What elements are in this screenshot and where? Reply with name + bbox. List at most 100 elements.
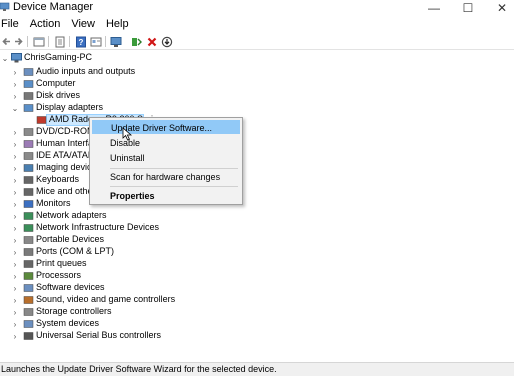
tree-category-row[interactable]: › Print queues bbox=[0, 258, 260, 270]
context-update-driver[interactable]: Update Driver Software... bbox=[92, 120, 240, 134]
update-driver-button[interactable] bbox=[129, 35, 142, 48]
tree-category-row[interactable]: › Ports (COM & LPT) bbox=[0, 246, 260, 258]
chevron-right-icon[interactable]: › bbox=[11, 176, 19, 185]
context-properties[interactable]: Properties bbox=[92, 189, 240, 203]
chevron-right-icon[interactable]: › bbox=[11, 68, 19, 77]
tree-category-row[interactable]: › Storage controllers bbox=[0, 306, 260, 318]
computer-properties-button[interactable] bbox=[89, 35, 102, 48]
device-category-icon bbox=[23, 272, 34, 280]
status-text: Launches the Update Driver Software Wiza… bbox=[1, 364, 277, 374]
device-category-icon bbox=[36, 116, 47, 124]
scan-hardware-button[interactable] bbox=[110, 35, 123, 48]
chevron-right-icon[interactable]: › bbox=[11, 152, 19, 161]
properties-pane-button[interactable] bbox=[32, 35, 45, 48]
chevron-right-icon[interactable]: › bbox=[11, 92, 19, 101]
tree-category-row[interactable]: › System devices bbox=[0, 318, 260, 330]
device-category-icon bbox=[23, 320, 34, 328]
chevron-right-icon[interactable]: › bbox=[11, 212, 19, 221]
disable-button[interactable] bbox=[160, 35, 173, 48]
chevron-right-icon[interactable]: › bbox=[11, 308, 19, 317]
chevron-right-icon[interactable]: › bbox=[11, 296, 19, 305]
chevron-right-icon[interactable]: › bbox=[11, 164, 19, 173]
chevron-right-icon[interactable]: › bbox=[11, 80, 19, 89]
chevron-right-icon[interactable]: › bbox=[11, 332, 19, 341]
tree-category-row[interactable]: › Computer bbox=[0, 78, 260, 90]
tree-category-label: Monitors bbox=[36, 198, 71, 208]
device-category-icon bbox=[23, 128, 34, 136]
tree-category-row[interactable]: › Portable Devices bbox=[0, 234, 260, 246]
tree-root-label: ChrisGaming-PC bbox=[24, 52, 93, 62]
minimize-button[interactable]: — bbox=[417, 0, 451, 16]
device-category-icon bbox=[23, 80, 34, 88]
tree-category-label: Network adapters bbox=[36, 210, 107, 220]
device-category-icon bbox=[23, 152, 34, 160]
help-icon: ? bbox=[75, 36, 86, 47]
toolbar-separator bbox=[48, 36, 49, 47]
tree-category-label: Universal Serial Bus controllers bbox=[36, 330, 162, 340]
chevron-right-icon[interactable]: › bbox=[11, 236, 19, 245]
device-category-icon bbox=[23, 224, 34, 232]
tree-category-row[interactable]: ⌄ Display adapters bbox=[0, 102, 260, 114]
disable-icon bbox=[161, 36, 172, 47]
forward-icon bbox=[15, 37, 23, 46]
device-category-icon bbox=[23, 236, 34, 244]
tree-category-row[interactable]: › Software devices bbox=[0, 282, 260, 294]
tree-category-label: Storage controllers bbox=[36, 306, 112, 316]
chevron-down-icon[interactable]: ⌄ bbox=[11, 104, 19, 113]
chevron-right-icon[interactable]: › bbox=[11, 224, 19, 233]
menu-file[interactable]: File bbox=[1, 18, 19, 30]
tree-category-label: Portable Devices bbox=[36, 234, 105, 244]
toolbar-separator bbox=[69, 36, 70, 47]
context-scan-hardware[interactable]: Scan for hardware changes bbox=[92, 170, 240, 184]
context-menu: Update Driver Software... Disable Uninst… bbox=[89, 117, 243, 205]
toolbar: ? bbox=[0, 33, 514, 50]
tree-category-row[interactable]: › Network Infrastructure Devices bbox=[0, 222, 260, 234]
help-button[interactable]: ? bbox=[74, 35, 87, 48]
tree-category-row[interactable]: › Processors bbox=[0, 270, 260, 282]
device-category-icon bbox=[23, 104, 34, 112]
tree-category-label: Ports (COM & LPT) bbox=[36, 246, 115, 256]
menu-bar: File Action View Help bbox=[0, 17, 514, 31]
menu-help[interactable]: Help bbox=[106, 18, 129, 30]
close-button[interactable]: ✕ bbox=[485, 0, 514, 16]
chevron-right-icon[interactable]: › bbox=[11, 128, 19, 137]
tree-category-row[interactable]: › Network adapters bbox=[0, 210, 260, 222]
uninstall-button[interactable] bbox=[145, 35, 158, 48]
tree-category-row[interactable]: › Sound, video and game controllers bbox=[0, 294, 260, 306]
chevron-right-icon[interactable]: › bbox=[11, 188, 19, 197]
menu-view[interactable]: View bbox=[71, 18, 95, 30]
chevron-right-icon[interactable]: › bbox=[11, 200, 19, 209]
tree-category-label: Display adapters bbox=[36, 102, 104, 112]
context-disable[interactable]: Disable bbox=[92, 136, 240, 150]
tree-category-label: Processors bbox=[36, 270, 82, 280]
tree-category-row[interactable]: › Universal Serial Bus controllers bbox=[0, 330, 260, 342]
device-manager-icon bbox=[0, 2, 10, 11]
chevron-right-icon[interactable]: › bbox=[11, 284, 19, 293]
device-category-icon bbox=[23, 140, 34, 148]
tree-category-label: Computer bbox=[36, 78, 76, 88]
tree-root[interactable]: ⌄ ChrisGaming-PC bbox=[0, 52, 200, 64]
context-uninstall[interactable]: Uninstall bbox=[92, 151, 240, 165]
device-category-icon bbox=[23, 200, 34, 208]
tree-category-label: Audio inputs and outputs bbox=[36, 66, 136, 76]
forward-button[interactable] bbox=[12, 35, 25, 48]
chevron-right-icon[interactable]: › bbox=[11, 272, 19, 281]
menu-action[interactable]: Action bbox=[30, 18, 61, 30]
computer-icon bbox=[11, 53, 22, 63]
chevron-right-icon[interactable]: › bbox=[11, 260, 19, 269]
device-category-icon bbox=[23, 296, 34, 304]
chevron-right-icon[interactable]: › bbox=[11, 248, 19, 257]
maximize-button[interactable]: ☐ bbox=[451, 0, 485, 16]
toolbar-separator bbox=[27, 36, 28, 47]
chevron-right-icon[interactable]: › bbox=[11, 140, 19, 149]
device-category-icon bbox=[23, 164, 34, 172]
chevron-right-icon[interactable]: › bbox=[11, 320, 19, 329]
back-icon bbox=[2, 37, 10, 46]
properties-pane-icon bbox=[33, 37, 44, 46]
show-hide-button[interactable] bbox=[53, 35, 66, 48]
toolbar-separator bbox=[105, 36, 106, 47]
tree-category-row[interactable]: › Disk drives bbox=[0, 90, 260, 102]
tree-category-row[interactable]: › Audio inputs and outputs bbox=[0, 66, 260, 78]
chevron-down-icon[interactable]: ⌄ bbox=[1, 54, 9, 63]
device-category-icon bbox=[23, 284, 34, 292]
